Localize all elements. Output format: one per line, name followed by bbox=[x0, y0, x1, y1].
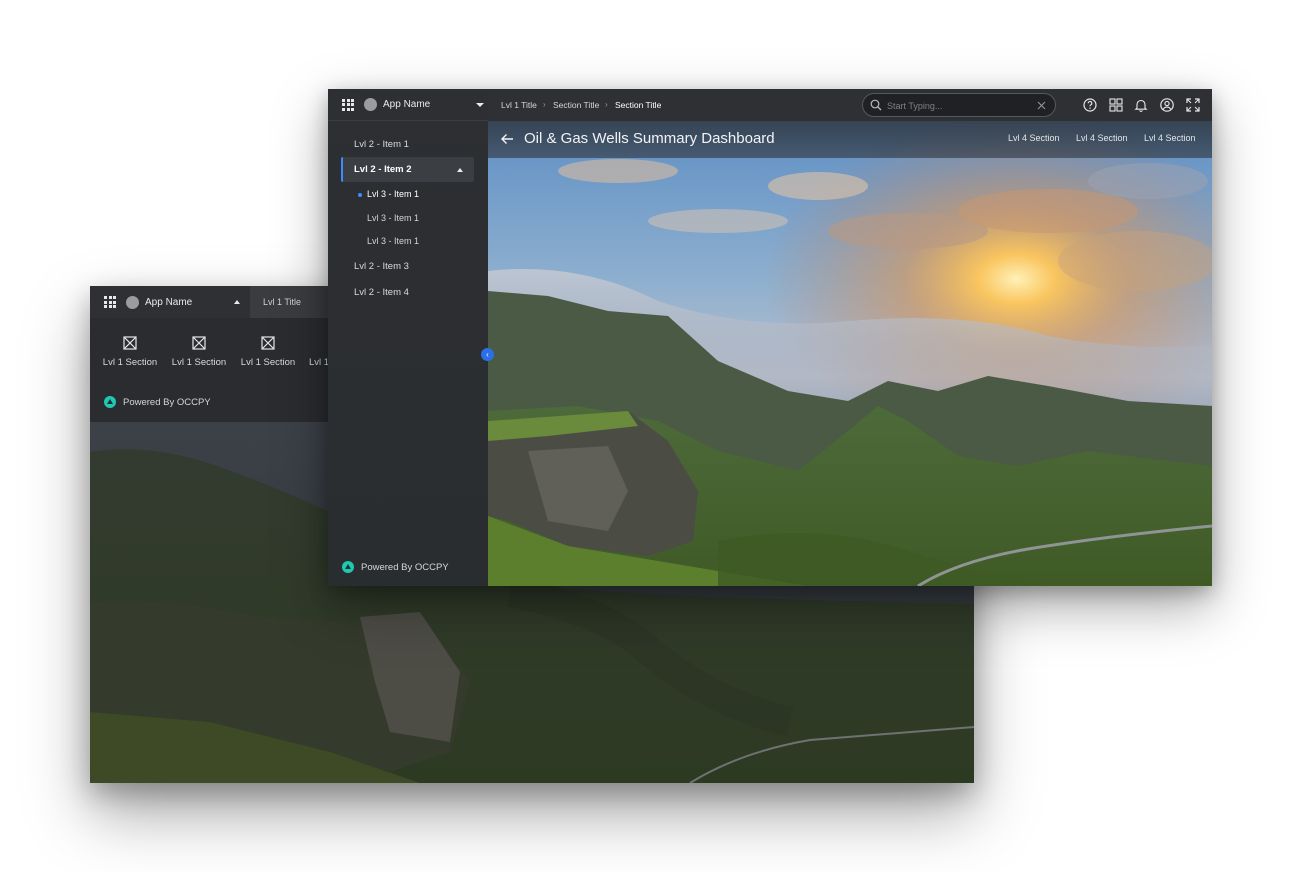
sidebar-item-lvl2-item4[interactable]: Lvl 2 - Item 4 bbox=[354, 287, 409, 298]
section-label: Lvl 1 Section bbox=[240, 357, 296, 368]
search-field[interactable] bbox=[862, 93, 1056, 117]
tab-lvl1-title[interactable]: Lvl 1 Title bbox=[250, 286, 328, 318]
powered-by-label: Powered By OCCPY bbox=[123, 396, 211, 408]
grid-view-icon[interactable] bbox=[1108, 97, 1124, 113]
search-icon bbox=[870, 99, 882, 111]
breadcrumb-separator-icon: › bbox=[605, 100, 608, 109]
main-content: Lvl 1 Title › Section Title › Section Ti… bbox=[488, 89, 1212, 586]
breadcrumb-item[interactable]: Section Title bbox=[553, 89, 599, 121]
apps-grid-icon[interactable] bbox=[342, 98, 354, 111]
image-placeholder-icon bbox=[123, 336, 137, 350]
caret-up-icon[interactable] bbox=[234, 300, 241, 304]
app-switcher[interactable]: App Name bbox=[328, 89, 488, 121]
section-item[interactable]: Lvl 1 Section bbox=[95, 330, 165, 368]
back-arrow-icon[interactable] bbox=[500, 133, 514, 145]
page-title: Oil & Gas Wells Summary Dashboard bbox=[524, 130, 775, 147]
occpy-logo-icon bbox=[342, 561, 354, 573]
occpy-logo-icon bbox=[104, 396, 116, 408]
bell-icon[interactable] bbox=[1133, 97, 1149, 113]
apps-grid-icon[interactable] bbox=[104, 296, 116, 308]
fullscreen-icon[interactable] bbox=[1185, 97, 1201, 113]
active-dot-icon bbox=[358, 193, 362, 197]
search-input[interactable] bbox=[885, 97, 1039, 115]
breadcrumb-item[interactable]: Lvl 1 Title bbox=[501, 89, 537, 121]
chevron-down-icon[interactable] bbox=[476, 102, 485, 107]
tab-lvl4-section[interactable]: Lvl 4 Section bbox=[1144, 133, 1196, 143]
collapse-caret-icon[interactable] bbox=[457, 168, 463, 172]
landscape-hero-image bbox=[488, 121, 1212, 586]
breadcrumb-separator-icon: › bbox=[543, 100, 546, 109]
top-bar: Lvl 1 Title › Section Title › Section Ti… bbox=[488, 89, 1212, 121]
app-logo bbox=[364, 98, 377, 111]
sidebar-subitem[interactable]: Lvl 3 - Item 1 bbox=[367, 213, 419, 223]
back-app-switcher[interactable]: App Name bbox=[90, 286, 250, 318]
tab-lvl4-section[interactable]: Lvl 4 Section bbox=[1076, 133, 1128, 143]
help-icon[interactable] bbox=[1082, 97, 1098, 113]
sidebar-collapse-button[interactable]: ‹ bbox=[481, 348, 494, 361]
sidebar-item-lvl2-item1[interactable]: Lvl 2 - Item 1 bbox=[354, 139, 409, 150]
sidebar-subitem-active[interactable]: Lvl 3 - Item 1 bbox=[367, 189, 419, 199]
image-placeholder-icon bbox=[192, 336, 206, 350]
sidebar: App Name Lvl 2 - Item 1 Lvl 2 - Item 2 L… bbox=[328, 89, 488, 586]
breadcrumb-item-current: Section Title bbox=[615, 100, 662, 110]
powered-by-label: Powered By OCCPY bbox=[361, 561, 449, 573]
main-app-window: App Name Lvl 2 - Item 1 Lvl 2 - Item 2 L… bbox=[328, 89, 1212, 586]
user-icon[interactable] bbox=[1159, 97, 1175, 113]
app-logo bbox=[126, 295, 139, 309]
tab-lvl4-section[interactable]: Lvl 4 Section bbox=[1008, 133, 1060, 143]
sidebar-item-lvl2-item2[interactable]: Lvl 2 - Item 2 bbox=[341, 157, 474, 182]
section-item[interactable]: Lvl 1 Section bbox=[233, 330, 303, 368]
image-placeholder-icon bbox=[261, 336, 275, 350]
clear-icon[interactable] bbox=[1037, 101, 1046, 110]
section-label: Lvl 1 Section bbox=[171, 357, 227, 368]
powered-by: Powered By OCCPY bbox=[342, 561, 449, 573]
section-item[interactable]: Lvl 1 Section bbox=[164, 330, 234, 368]
powered-by: Powered By OCCPY bbox=[104, 396, 211, 408]
app-name: App Name bbox=[383, 99, 431, 110]
sidebar-item-label: Lvl 2 - Item 2 bbox=[354, 164, 412, 175]
section-label: Lvl 1 Section bbox=[102, 357, 158, 368]
sidebar-subitem[interactable]: Lvl 3 - Item 1 bbox=[367, 236, 419, 246]
app-name: App Name bbox=[145, 296, 193, 308]
sidebar-item-lvl2-item3[interactable]: Lvl 2 - Item 3 bbox=[354, 261, 409, 272]
section-label: Lvl 1 bbox=[309, 357, 330, 368]
